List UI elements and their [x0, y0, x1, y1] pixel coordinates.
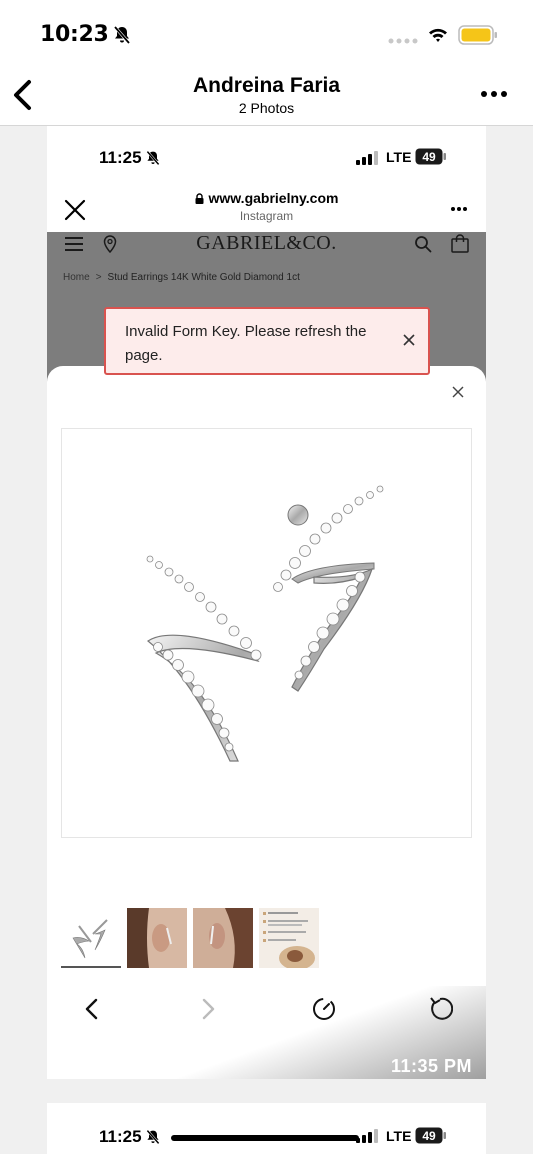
screenshot-photo-2[interactable]: 11:25 LTE 49 — [47, 1103, 486, 1154]
thumbnail-strip — [61, 908, 321, 970]
thumbnail-ear-model-2[interactable] — [193, 908, 253, 968]
earrings-thumb-image — [61, 908, 121, 966]
network-type: LTE — [386, 1128, 412, 1144]
cellular-signal-icon — [356, 151, 378, 165]
battery-level: 49 — [422, 150, 436, 164]
bell-slash-icon — [146, 150, 160, 166]
bell-slash-icon — [146, 1129, 160, 1145]
next-arrow-icon[interactable] — [195, 994, 221, 1024]
info-card-thumb-image — [259, 908, 319, 968]
bell-slash-icon — [113, 26, 131, 44]
shopping-bag-icon[interactable] — [451, 234, 469, 253]
thumbnail-earrings[interactable] — [61, 908, 121, 968]
previous-arrow-icon[interactable] — [79, 994, 105, 1024]
rotate-icon[interactable] — [427, 994, 453, 1024]
in-app-browser-bar: www.gabrielny.com Instagram — [47, 186, 486, 232]
earrings-illustration — [146, 485, 384, 762]
screenshot-photo[interactable]: 11:25 LTE 49 www.gabrielny.com Instagram… — [47, 126, 486, 1079]
error-message: Invalid Form Key. Please refresh the pag… — [125, 323, 367, 364]
battery-icon — [458, 25, 497, 45]
inner-time: 11:25 — [99, 1127, 142, 1146]
breadcrumb-separator: > — [95, 272, 102, 283]
source-app-label: Instagram — [239, 209, 294, 223]
close-icon[interactable] — [452, 386, 464, 398]
more-options-icon[interactable] — [480, 89, 508, 99]
contact-name: Andreina Faria — [192, 74, 341, 97]
image-gallery-modal: 11:35 PM — [47, 366, 486, 1079]
ear-model-thumb-image — [127, 908, 187, 968]
os-status-bar: 10:23 — [0, 0, 533, 68]
photo-timestamp: 11:35 PM — [391, 1056, 473, 1076]
breadcrumb: Home > Stud Earrings 14K White Gold Diamon… — [63, 272, 300, 283]
speed-gauge-icon[interactable] — [311, 994, 337, 1024]
breadcrumb-current: Stud Earrings 14K White Gold Diamond 1ct — [107, 272, 300, 283]
error-toast: Invalid Form Key. Please refresh the pag… — [104, 307, 430, 375]
battery-icon: 49 — [415, 148, 446, 165]
breadcrumb-home[interactable]: Home — [63, 272, 90, 283]
inner-time: 11:25 — [99, 148, 142, 167]
photo-count: 2 Photos — [238, 100, 295, 116]
url-display[interactable]: www.gabrielny.com — [47, 190, 486, 206]
ear-model-thumb-image — [193, 908, 253, 968]
battery-level: 49 — [422, 1129, 436, 1143]
product-image[interactable] — [61, 428, 472, 838]
lock-icon — [195, 193, 204, 204]
cellular-signal-icon — [356, 1129, 378, 1143]
inner-status-bar: 11:25 LTE 49 — [47, 126, 486, 186]
battery-icon: 49 — [415, 1127, 446, 1144]
photo-viewer-header: Andreina Faria 2 Photos — [0, 68, 533, 126]
network-type: LTE — [386, 149, 412, 165]
wifi-icon — [429, 28, 447, 42]
gallery-controls — [47, 994, 486, 1028]
url-host: www.gabrielny.com — [208, 190, 339, 206]
os-time: 10:23 — [40, 22, 109, 47]
search-icon[interactable] — [414, 235, 432, 253]
scroll-indicator — [171, 1135, 359, 1141]
thumbnail-info-card[interactable] — [259, 908, 319, 968]
more-options-icon[interactable] — [450, 206, 468, 212]
signal-icon — [388, 38, 418, 44]
close-icon[interactable] — [402, 333, 416, 347]
thumbnail-ear-model-1[interactable] — [127, 908, 187, 968]
